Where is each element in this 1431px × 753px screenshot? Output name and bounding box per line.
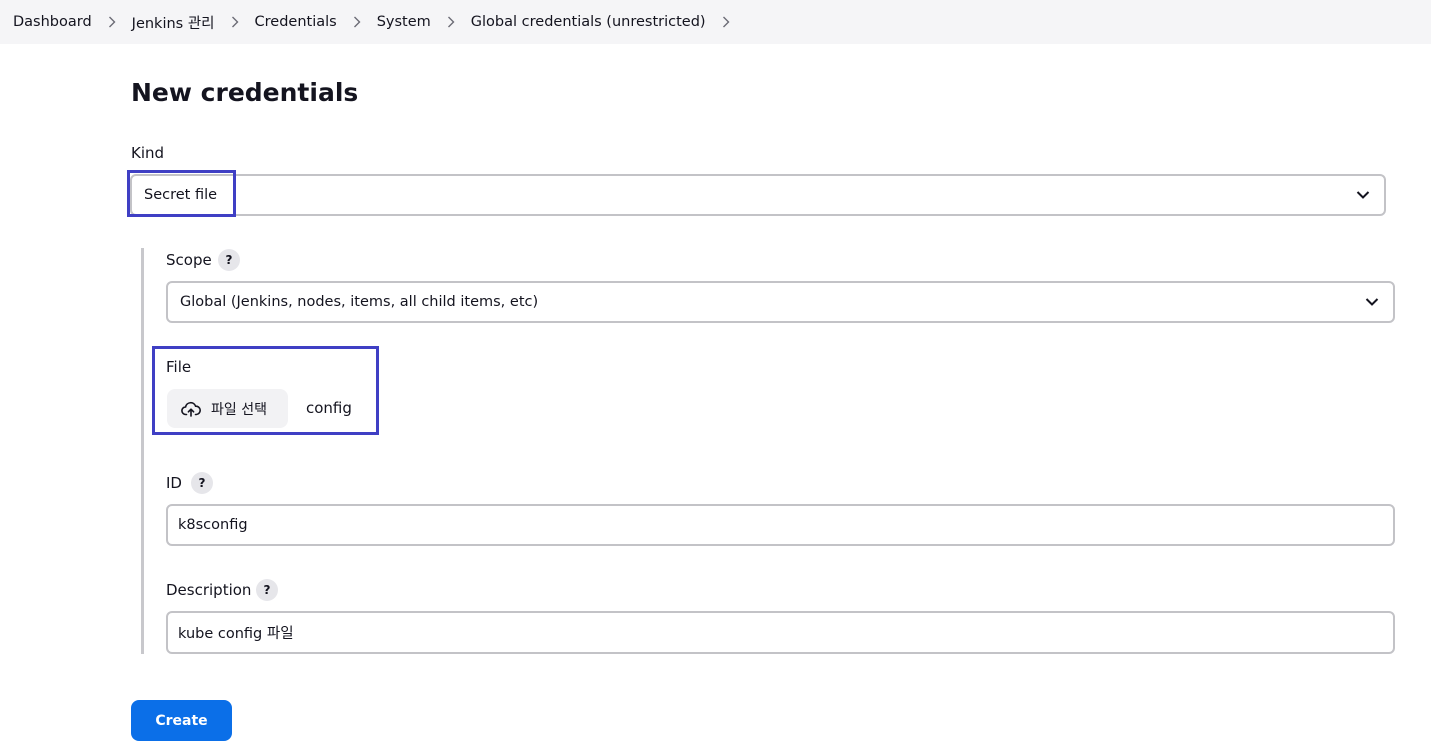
chevron-right-icon[interactable] xyxy=(92,0,132,44)
page-title: New credentials xyxy=(131,78,359,107)
selected-file-name: config xyxy=(306,399,352,417)
breadcrumb: Dashboard Jenkins 관리 Credentials System … xyxy=(0,0,1431,44)
chevron-right-icon[interactable] xyxy=(431,0,471,44)
cloud-upload-icon xyxy=(181,401,201,417)
breadcrumb-system[interactable]: System xyxy=(377,14,431,30)
scope-select[interactable]: Global (Jenkins, nodes, items, all child… xyxy=(166,281,1395,323)
id-help-icon[interactable]: ? xyxy=(191,472,213,494)
chevron-down-icon xyxy=(1365,298,1379,306)
choose-file-button[interactable]: 파일 선택 xyxy=(167,389,288,428)
section-divider xyxy=(141,248,144,654)
scope-label: Scope xyxy=(166,251,212,269)
kind-select-value: Secret file xyxy=(144,187,218,203)
chevron-down-icon xyxy=(1356,191,1370,199)
chevron-right-icon[interactable] xyxy=(337,0,377,44)
chevron-right-icon[interactable] xyxy=(706,0,746,44)
id-label: ID xyxy=(166,474,182,492)
chevron-right-icon[interactable] xyxy=(215,0,255,44)
breadcrumb-global-credentials[interactable]: Global credentials (unrestricted) xyxy=(471,14,706,30)
choose-file-button-label: 파일 선택 xyxy=(211,401,267,418)
scope-help-icon[interactable]: ? xyxy=(218,249,240,271)
description-help-icon[interactable]: ? xyxy=(256,579,278,601)
file-label: File xyxy=(166,358,192,376)
create-button[interactable]: Create xyxy=(131,700,232,741)
scope-select-value: Global (Jenkins, nodes, items, all child… xyxy=(180,294,539,310)
kind-select[interactable]: Secret file xyxy=(130,174,1386,216)
id-input[interactable]: k8sconfig xyxy=(166,504,1395,546)
description-label: Description xyxy=(166,581,252,599)
description-input[interactable]: kube config 파일 xyxy=(166,611,1395,654)
breadcrumb-dashboard[interactable]: Dashboard xyxy=(13,14,92,30)
kind-label: Kind xyxy=(131,144,165,162)
breadcrumb-jenkins-manage[interactable]: Jenkins 관리 xyxy=(132,12,215,33)
id-input-value: k8sconfig xyxy=(178,517,248,533)
breadcrumb-credentials[interactable]: Credentials xyxy=(255,14,337,30)
description-input-value: kube config 파일 xyxy=(178,626,294,642)
